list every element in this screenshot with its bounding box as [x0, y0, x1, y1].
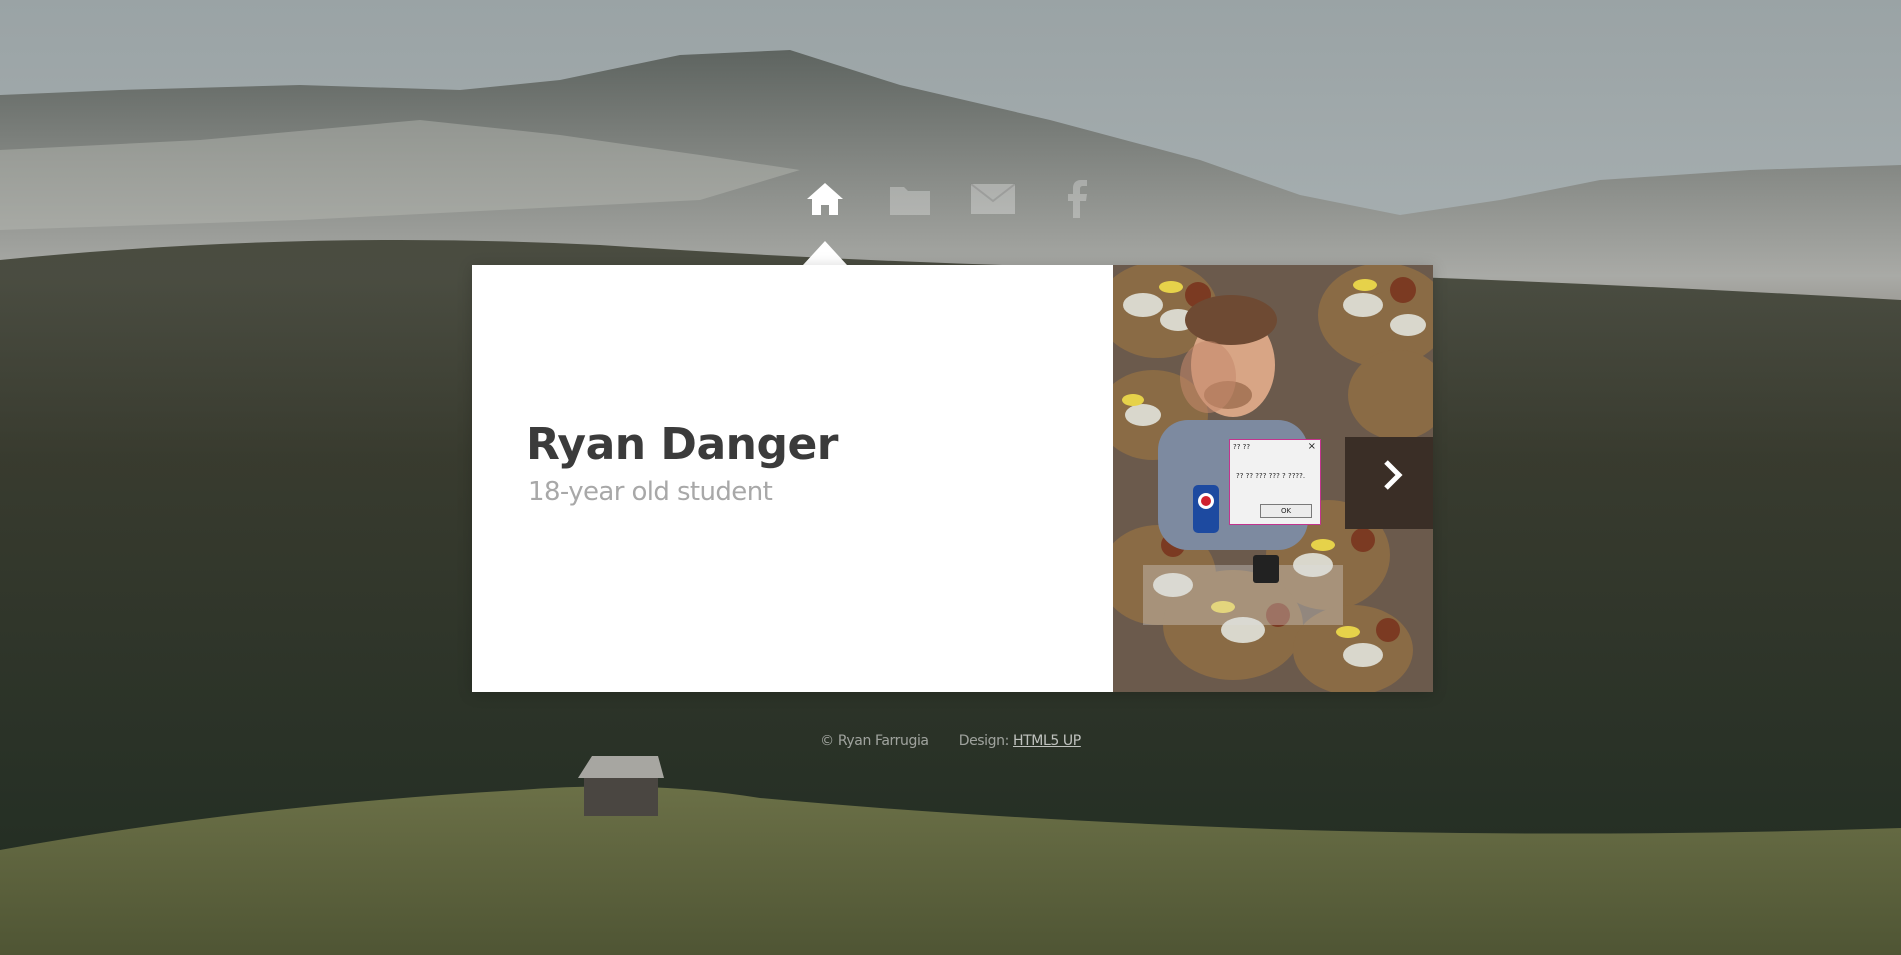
nav-contact[interactable] — [968, 175, 1018, 223]
envelope-icon — [970, 181, 1016, 217]
profile-text: Ryan Danger 18-year old student — [526, 419, 839, 509]
profile-panel: Ryan Danger 18-year old student ?? ?? × … — [472, 265, 1433, 692]
dialog-message: ?? ?? ??? ??? ? ????. — [1236, 472, 1306, 480]
nav-facebook[interactable] — [1052, 175, 1102, 223]
main-nav — [0, 175, 1901, 223]
dialog-ok-button[interactable]: OK — [1260, 504, 1312, 518]
profile-name: Ryan Danger — [526, 419, 839, 470]
dialog-close-icon[interactable]: × — [1308, 441, 1316, 452]
footer-design-link[interactable]: HTML5 UP — [1013, 733, 1081, 749]
cabin — [578, 756, 664, 816]
next-arrow-button[interactable] — [1375, 457, 1411, 497]
footer-design-credit: Design: HTML5 UP — [958, 733, 1082, 749]
dialog-title: ?? ?? — [1233, 443, 1251, 451]
facebook-icon — [1065, 180, 1089, 218]
footer: © Ryan Farrugia Design: HTML5 UP — [0, 733, 1901, 749]
profile-photo: ?? ?? × ?? ?? ??? ??? ? ????. OK — [1113, 265, 1433, 692]
chevron-right-icon — [1382, 459, 1404, 495]
nav-home[interactable] — [800, 175, 850, 223]
home-icon — [805, 181, 845, 217]
profile-subtitle: 18-year old student — [528, 477, 773, 508]
active-nav-pointer — [803, 241, 847, 265]
footer-design-prefix: Design: — [958, 733, 1010, 749]
nav-portfolio[interactable] — [885, 175, 935, 223]
folder-icon — [888, 181, 932, 217]
error-dialog: ?? ?? × ?? ?? ??? ??? ? ????. OK — [1229, 439, 1321, 525]
footer-copyright: © Ryan Farrugia — [820, 733, 929, 749]
